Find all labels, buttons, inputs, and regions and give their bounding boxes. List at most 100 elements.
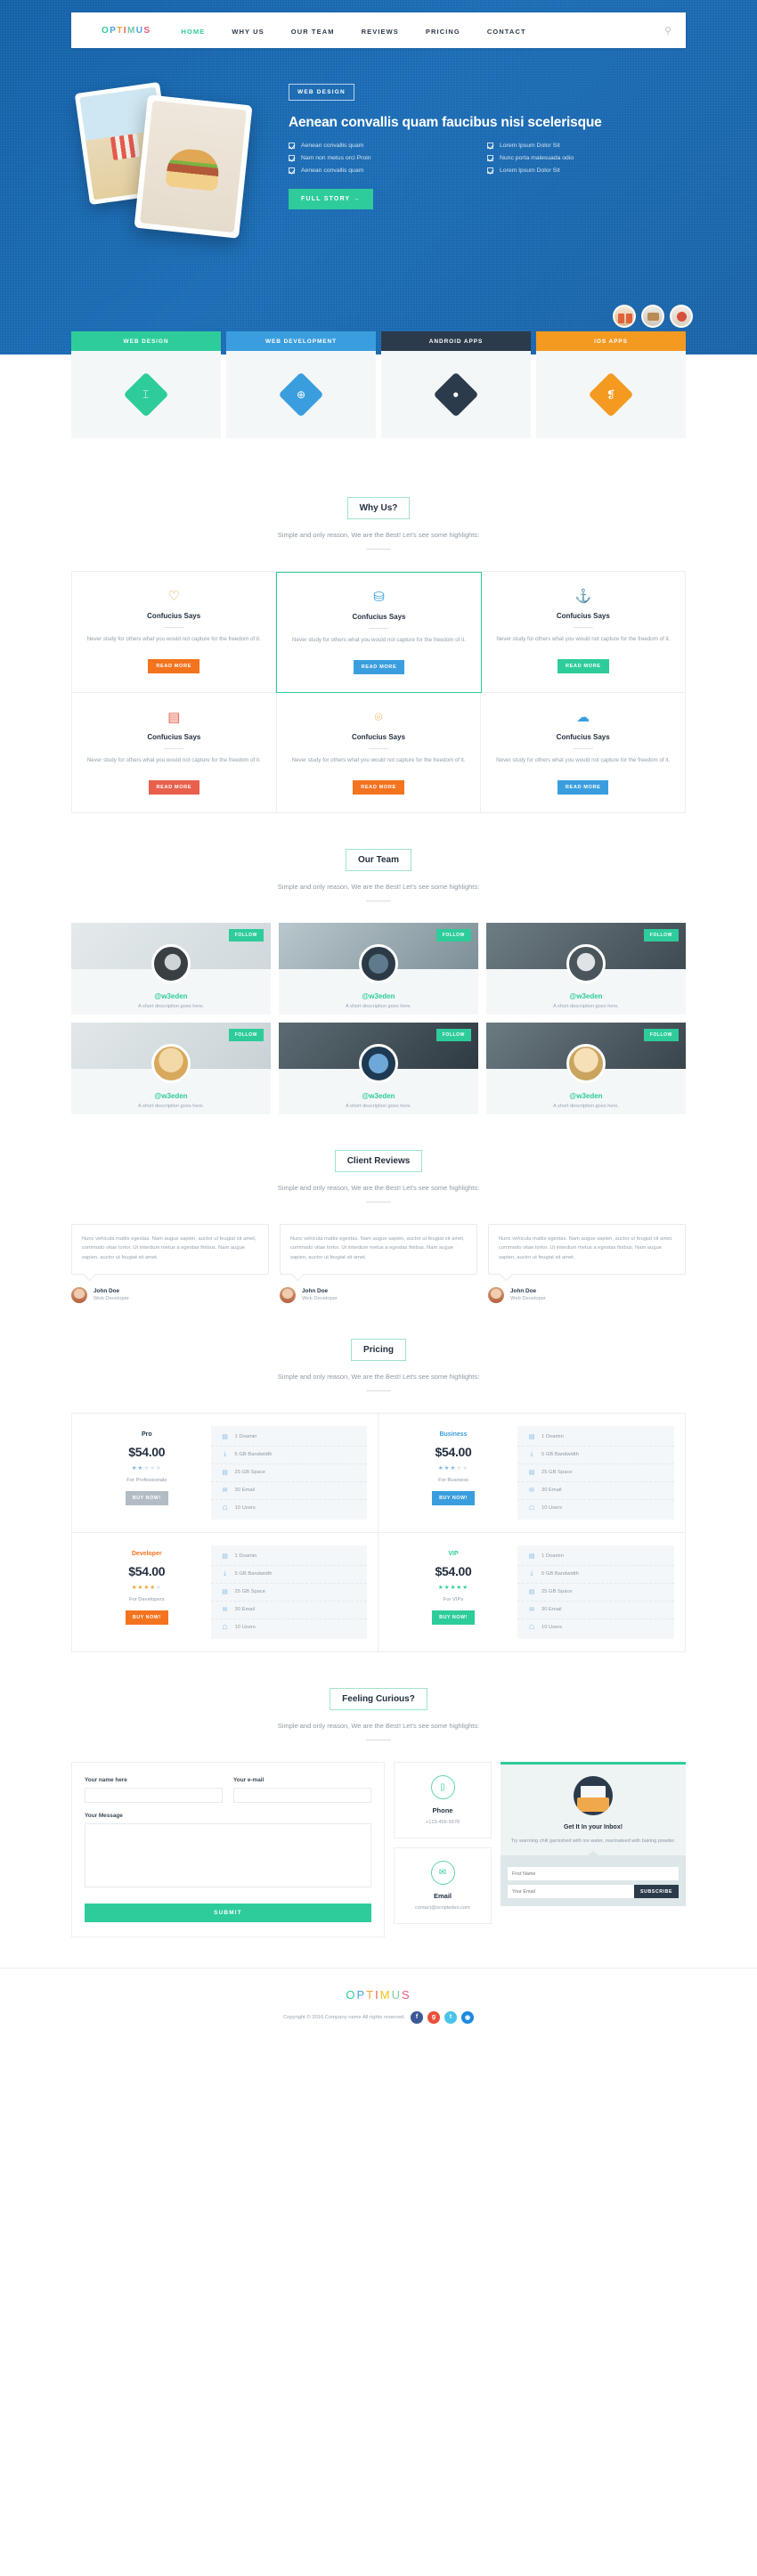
read-more-button[interactable]: READ MORE xyxy=(558,658,609,673)
nav-item-our-team[interactable]: OUR TEAM xyxy=(291,22,335,38)
nav-item-home[interactable]: HOME xyxy=(181,22,205,38)
service-label[interactable]: WEB DESIGN xyxy=(71,331,221,351)
plan-feature-label: 30 Email xyxy=(541,1488,562,1494)
pricing-subtitle: Simple and only reason, We are the Best!… xyxy=(277,1372,480,1381)
service-label[interactable]: ANDROID APPS xyxy=(381,331,531,351)
star-icon: ★ xyxy=(444,1464,451,1471)
read-more-button[interactable]: READ MORE xyxy=(557,779,609,795)
drive-icon: ▤ xyxy=(222,1589,228,1596)
member-handle[interactable]: @w3eden xyxy=(279,1092,478,1100)
google-plus-icon[interactable]: g xyxy=(427,2010,441,2024)
nav-item-reviews[interactable]: REVIEWS xyxy=(362,22,399,38)
landing-page: OPTIMUS HOME WHY US OUR TEAM REVIEWS PRI… xyxy=(0,0,757,2050)
newsletter-title: Get It In your Inbox! xyxy=(563,1823,623,1830)
follow-button[interactable]: FOLLOW xyxy=(435,928,471,942)
service-label[interactable]: IOS APPS xyxy=(536,331,686,351)
read-more-button[interactable]: READ MORE xyxy=(148,779,200,795)
service-label[interactable]: WEB DEVELOPMENT xyxy=(226,331,376,351)
email-input[interactable] xyxy=(233,1787,371,1803)
message-textarea[interactable] xyxy=(85,1822,371,1887)
reviewer-role: Web Developer xyxy=(510,1296,546,1302)
check-icon xyxy=(289,167,295,174)
thumbnail-2[interactable] xyxy=(641,305,664,328)
member-handle[interactable]: @w3eden xyxy=(71,992,271,1000)
thumbnail-3[interactable] xyxy=(670,305,693,328)
nav-link[interactable]: REVIEWS xyxy=(362,28,399,36)
nav-link[interactable]: CONTACT xyxy=(487,28,526,36)
first-name-input[interactable] xyxy=(508,1867,679,1881)
read-more-button[interactable]: READ MORE xyxy=(353,659,405,674)
check-icon xyxy=(487,143,493,149)
read-more-button[interactable]: READ MORE xyxy=(353,779,404,795)
buy-now-button[interactable]: BUY NOW! xyxy=(125,1490,168,1505)
nav-item-pricing[interactable]: PRICING xyxy=(426,22,460,38)
twitter-icon[interactable]: t xyxy=(444,2010,458,2024)
thumbnail-1[interactable] xyxy=(613,305,636,328)
service-tab-ios-apps[interactable]: IOS APPS ❡ xyxy=(536,331,686,438)
facebook-icon[interactable]: f xyxy=(411,2010,424,2024)
message-label: Your Message xyxy=(85,1812,123,1819)
nav-item-contact[interactable]: CONTACT xyxy=(487,22,526,38)
team-member-card: FOLLOW @w3eden A short description goes … xyxy=(279,922,478,1015)
plan-feature-label: 5 GB Bandwidth xyxy=(541,1571,579,1577)
nav-item-why-us[interactable]: WHY US xyxy=(232,22,264,38)
search-icon[interactable]: ⚲ xyxy=(664,25,672,37)
why-us-title: Why Us? xyxy=(346,497,411,519)
read-more-button[interactable]: READ MORE xyxy=(148,658,199,673)
newsletter-email-input[interactable] xyxy=(508,1885,635,1899)
member-handle[interactable]: @w3eden xyxy=(71,1092,271,1100)
follow-button[interactable]: FOLLOW xyxy=(228,928,264,942)
plan-feature-label: 30 Email xyxy=(234,1607,256,1613)
feature-card: ⌾ Confucius Says Never study for others … xyxy=(277,692,482,812)
user-icon: ☖ xyxy=(222,1505,228,1512)
submit-button[interactable]: SUBMIT xyxy=(85,1903,371,1922)
logo-letter: S xyxy=(143,25,151,36)
feature-card-text: Never study for others what you would no… xyxy=(86,636,261,642)
burger-photo-card xyxy=(134,94,253,239)
heart-icon: ♡ xyxy=(167,589,180,604)
plan-feature: ▤ 25 GB Space xyxy=(517,1584,674,1602)
follow-button[interactable]: FOLLOW xyxy=(435,1028,471,1041)
nav-link[interactable]: OUR TEAM xyxy=(291,28,335,36)
service-tab-web-development[interactable]: WEB DEVELOPMENT ⊕ xyxy=(226,331,376,438)
feature-card-text: Never study for others what you would no… xyxy=(291,637,466,643)
reviewer: John Doe Web Developer xyxy=(71,1286,269,1303)
full-story-button[interactable]: FULL STORY → xyxy=(289,189,373,209)
divider xyxy=(573,627,593,628)
hero-feature-item: Nam non metus orci Proin xyxy=(289,155,487,161)
buy-now-button[interactable]: BUY NOW! xyxy=(432,1490,475,1505)
name-input[interactable] xyxy=(85,1787,223,1803)
star-icon: ★ xyxy=(150,1464,157,1471)
feature-card-text: Never study for others what you would no… xyxy=(291,756,466,763)
member-handle[interactable]: @w3eden xyxy=(279,992,478,1000)
follow-button[interactable]: FOLLOW xyxy=(228,1028,264,1041)
star-icon: ★ xyxy=(156,1464,162,1471)
plan-features: ▤ 1 Doamin ⤓ 5 GB Bandwidth ▤ 25 GB Spac… xyxy=(517,1425,674,1520)
follow-button[interactable]: FOLLOW xyxy=(643,928,679,942)
footer-logo[interactable]: OPTIMUS xyxy=(0,1988,757,2001)
avatar xyxy=(566,1043,606,1083)
nav-link[interactable]: WHY US xyxy=(232,28,264,36)
member-description: A short description goes here. xyxy=(137,1003,204,1009)
why-us-section: Why Us? Simple and only reason, We are t… xyxy=(0,461,757,813)
hero-feature-list: Aenean convallis quam Lorem Ipsum Dolor … xyxy=(289,143,686,180)
feature-card: ⚓ Confucius Says Never study for others … xyxy=(481,572,685,693)
buy-now-button[interactable]: BUY NOW! xyxy=(125,1610,168,1625)
dribbble-icon[interactable]: ◉ xyxy=(461,2010,475,2024)
envelope-icon: ✉ xyxy=(430,1860,455,1885)
nav-link[interactable]: HOME xyxy=(181,28,205,36)
brand-logo[interactable]: OPTIMUS xyxy=(102,26,151,36)
follow-button[interactable]: FOLLOW xyxy=(643,1028,679,1041)
team-section: Our Team Simple and only reason, We are … xyxy=(0,813,757,1114)
buy-now-button[interactable]: BUY NOW! xyxy=(432,1610,475,1625)
subscribe-button[interactable]: SUBSCRIBE xyxy=(634,1885,679,1899)
nav-link[interactable]: PRICING xyxy=(426,28,460,36)
member-handle[interactable]: @w3eden xyxy=(486,1092,686,1100)
envelope-icon: ✉ xyxy=(222,1607,228,1614)
newsletter-box: Get It In your Inbox! Try warming chili … xyxy=(501,1761,686,1907)
plan-feature-label: 25 GB Space xyxy=(234,1470,266,1476)
service-tab-android-apps[interactable]: ANDROID APPS ● xyxy=(381,331,531,438)
service-tab-web-design[interactable]: WEB DESIGN ⌶ xyxy=(71,331,221,438)
envelope-icon: ✉ xyxy=(529,1488,534,1495)
member-handle[interactable]: @w3eden xyxy=(486,992,686,1000)
